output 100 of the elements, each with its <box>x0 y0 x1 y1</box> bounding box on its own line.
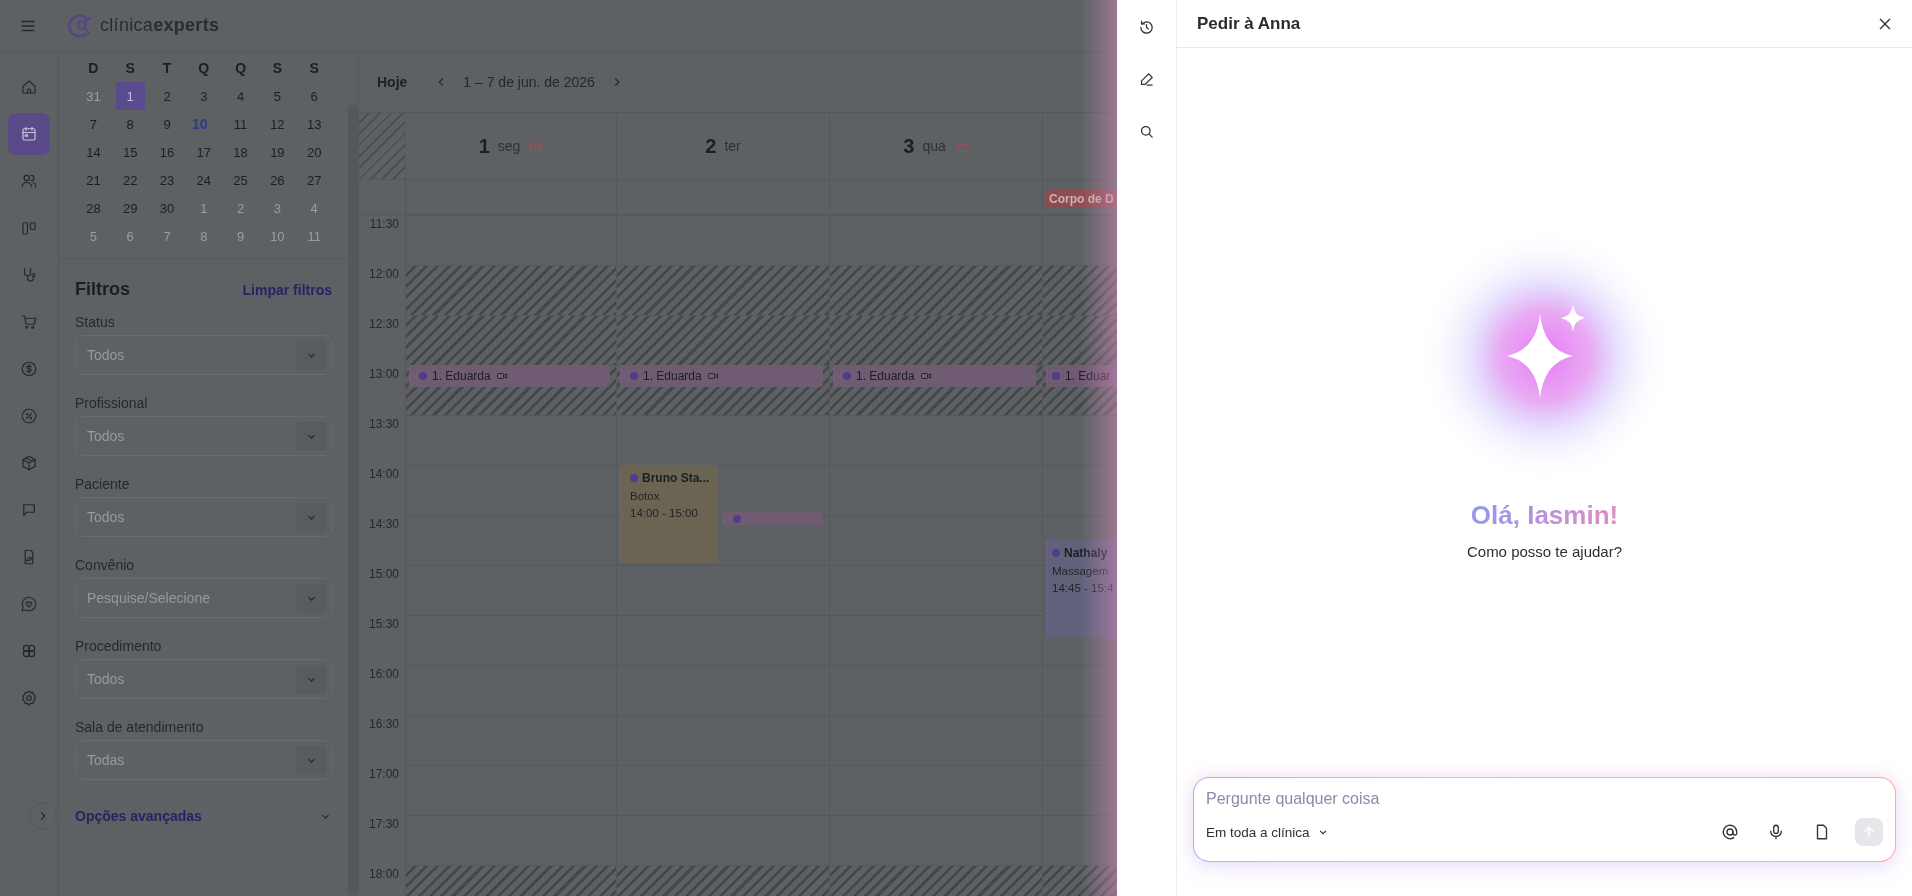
scope-dropdown[interactable]: Em toda a clínica <box>1206 824 1330 840</box>
select-field[interactable]: Todos <box>75 497 332 537</box>
calendar-day[interactable]: 31 <box>79 82 108 110</box>
field-label: Sala de atendimento <box>75 719 205 735</box>
calendar-day[interactable]: 24 <box>189 166 219 194</box>
calendar-day[interactable]: 16 <box>152 138 182 166</box>
calendar-day[interactable]: 8 <box>189 222 219 250</box>
time-label: 12:00 <box>368 267 399 281</box>
weekday-label: Q <box>197 59 211 78</box>
appointment[interactable] <box>723 512 823 525</box>
select-field[interactable]: Pesquise/Selecione <box>75 578 332 618</box>
calendar-day[interactable]: 18 <box>226 138 255 166</box>
calendar-day[interactable]: 12 <box>263 110 292 138</box>
calendar-day[interactable]: 13 <box>299 110 329 138</box>
weekday-label: S <box>271 59 284 78</box>
patient-name: Nathaly <box>1064 546 1108 560</box>
field-label: Convênio <box>75 557 136 573</box>
weekday-label: D <box>87 59 100 78</box>
advanced-options-link[interactable]: Opções avançadas <box>75 808 202 824</box>
at-sign-icon <box>1721 823 1739 841</box>
time-label: 17:00 <box>368 767 399 781</box>
home-icon <box>20 78 38 96</box>
time-label: 15:00 <box>368 567 399 581</box>
expand-button[interactable] <box>29 802 57 830</box>
calendar-day[interactable]: 2 <box>226 194 255 222</box>
calendar-day[interactable]: 14 <box>79 138 108 166</box>
calendar-day[interactable]: 3 <box>263 194 292 222</box>
calendar-day[interactable]: 15 <box>115 138 145 166</box>
dropdown-toggle[interactable] <box>296 664 326 694</box>
calendar-day[interactable]: 1 <box>115 82 145 110</box>
field-label: Profissional <box>75 395 149 411</box>
weekday-label: S <box>124 59 136 78</box>
nav-button[interactable] <box>8 113 50 155</box>
dropdown-toggle[interactable] <box>296 745 326 775</box>
calendar-day[interactable]: 25 <box>226 166 255 194</box>
chat-icon <box>20 501 38 519</box>
dropdown-toggle[interactable] <box>296 502 326 532</box>
settings-icon <box>20 689 38 707</box>
calendar-day[interactable]: 1 <box>189 194 219 222</box>
select-field[interactable]: Todos <box>75 416 332 456</box>
calendar-day[interactable]: 11 <box>299 222 329 250</box>
dropdown-toggle[interactable] <box>296 421 326 451</box>
calendar-day[interactable]: 6 <box>299 82 329 110</box>
calendar-day[interactable]: 7 <box>152 222 182 250</box>
appointment-time: 14:45 - 15:4 <box>1052 582 1115 594</box>
calendar-day[interactable]: 2 <box>152 82 182 110</box>
message-field[interactable]: Pergunte qualquer coisa <box>1206 788 1883 810</box>
calendar-day[interactable]: 19 <box>263 138 292 166</box>
appointment-card[interactable]: Bruno Sta... Botox 14:00 - 15:00 <box>620 465 718 563</box>
today-button[interactable]: Hoje <box>377 74 408 90</box>
filters-title: Filtros <box>75 279 130 300</box>
time-label: 11:30 <box>369 217 399 231</box>
time-label: 14:30 <box>368 517 399 531</box>
status-dot <box>1052 372 1060 380</box>
calendar-day[interactable]: 26 <box>263 166 292 194</box>
calendar-day[interactable]: 30 <box>152 194 182 222</box>
status-dot <box>630 474 638 482</box>
appointment-card[interactable]: Nathaly Massagem 14:45 - 15:4 <box>1046 540 1117 638</box>
calendar-day[interactable]: 23 <box>152 166 182 194</box>
package-icon <box>20 454 38 472</box>
calendar-day[interactable]: 5 <box>263 82 292 110</box>
calendar-day[interactable]: 21 <box>79 166 108 194</box>
calendar-day[interactable]: 17 <box>189 138 219 166</box>
calendar-day[interactable]: 4 <box>226 82 255 110</box>
clear-filters-link[interactable]: Limpar filtros <box>242 281 332 298</box>
select-field[interactable]: Todas <box>75 740 332 780</box>
board-icon <box>20 219 38 237</box>
appointment[interactable]: 1. Eduarda <box>620 365 823 387</box>
appointment[interactable]: 1. Eduarda <box>833 365 1036 387</box>
dropdown-toggle[interactable] <box>296 340 326 370</box>
weekday-label: T <box>161 59 173 78</box>
calendar-day[interactable]: 9 <box>226 222 255 250</box>
calendar-day[interactable]: 9 <box>152 110 182 138</box>
dropdown-toggle[interactable] <box>296 583 326 613</box>
calendar-day[interactable]: 29 <box>115 194 145 222</box>
cart-icon <box>20 313 38 331</box>
weekday-label: Q <box>234 59 248 78</box>
select-field[interactable]: Todos <box>75 335 332 375</box>
calendar-day[interactable]: 27 <box>299 166 329 194</box>
calendar-day[interactable]: 5 <box>79 222 108 250</box>
calendar-day[interactable]: 7 <box>79 110 108 138</box>
time-label: 13:00 <box>368 367 399 381</box>
percent-icon <box>20 407 38 425</box>
calendar-day[interactable]: 28 <box>79 194 108 222</box>
calendar-day[interactable]: 20 <box>299 138 329 166</box>
chat-input-box[interactable]: Pergunte qualquer coisa Em toda a clínica <box>1193 777 1896 862</box>
all-day-event[interactable]: Corpo de D <box>1046 190 1117 208</box>
calendar-day[interactable]: 6 <box>115 222 145 250</box>
status-dot <box>733 514 741 523</box>
panel-title: Pedir à Anna <box>1197 13 1301 34</box>
appointment[interactable]: 1. Eduarda <box>409 365 610 387</box>
calendar-day[interactable]: 22 <box>115 166 145 194</box>
calendar-day[interactable]: 11 <box>226 110 255 138</box>
appointment[interactable]: 1. Eduar <box>1046 365 1117 387</box>
day-number: 3 <box>903 134 915 158</box>
calendar-day[interactable]: 8 <box>115 110 145 138</box>
calendar-day[interactable]: 10 <box>263 222 292 250</box>
select-field[interactable]: Todos <box>75 659 332 699</box>
calendar-day[interactable]: 4 <box>299 194 329 222</box>
calendar-day[interactable]: 3 <box>189 82 219 110</box>
